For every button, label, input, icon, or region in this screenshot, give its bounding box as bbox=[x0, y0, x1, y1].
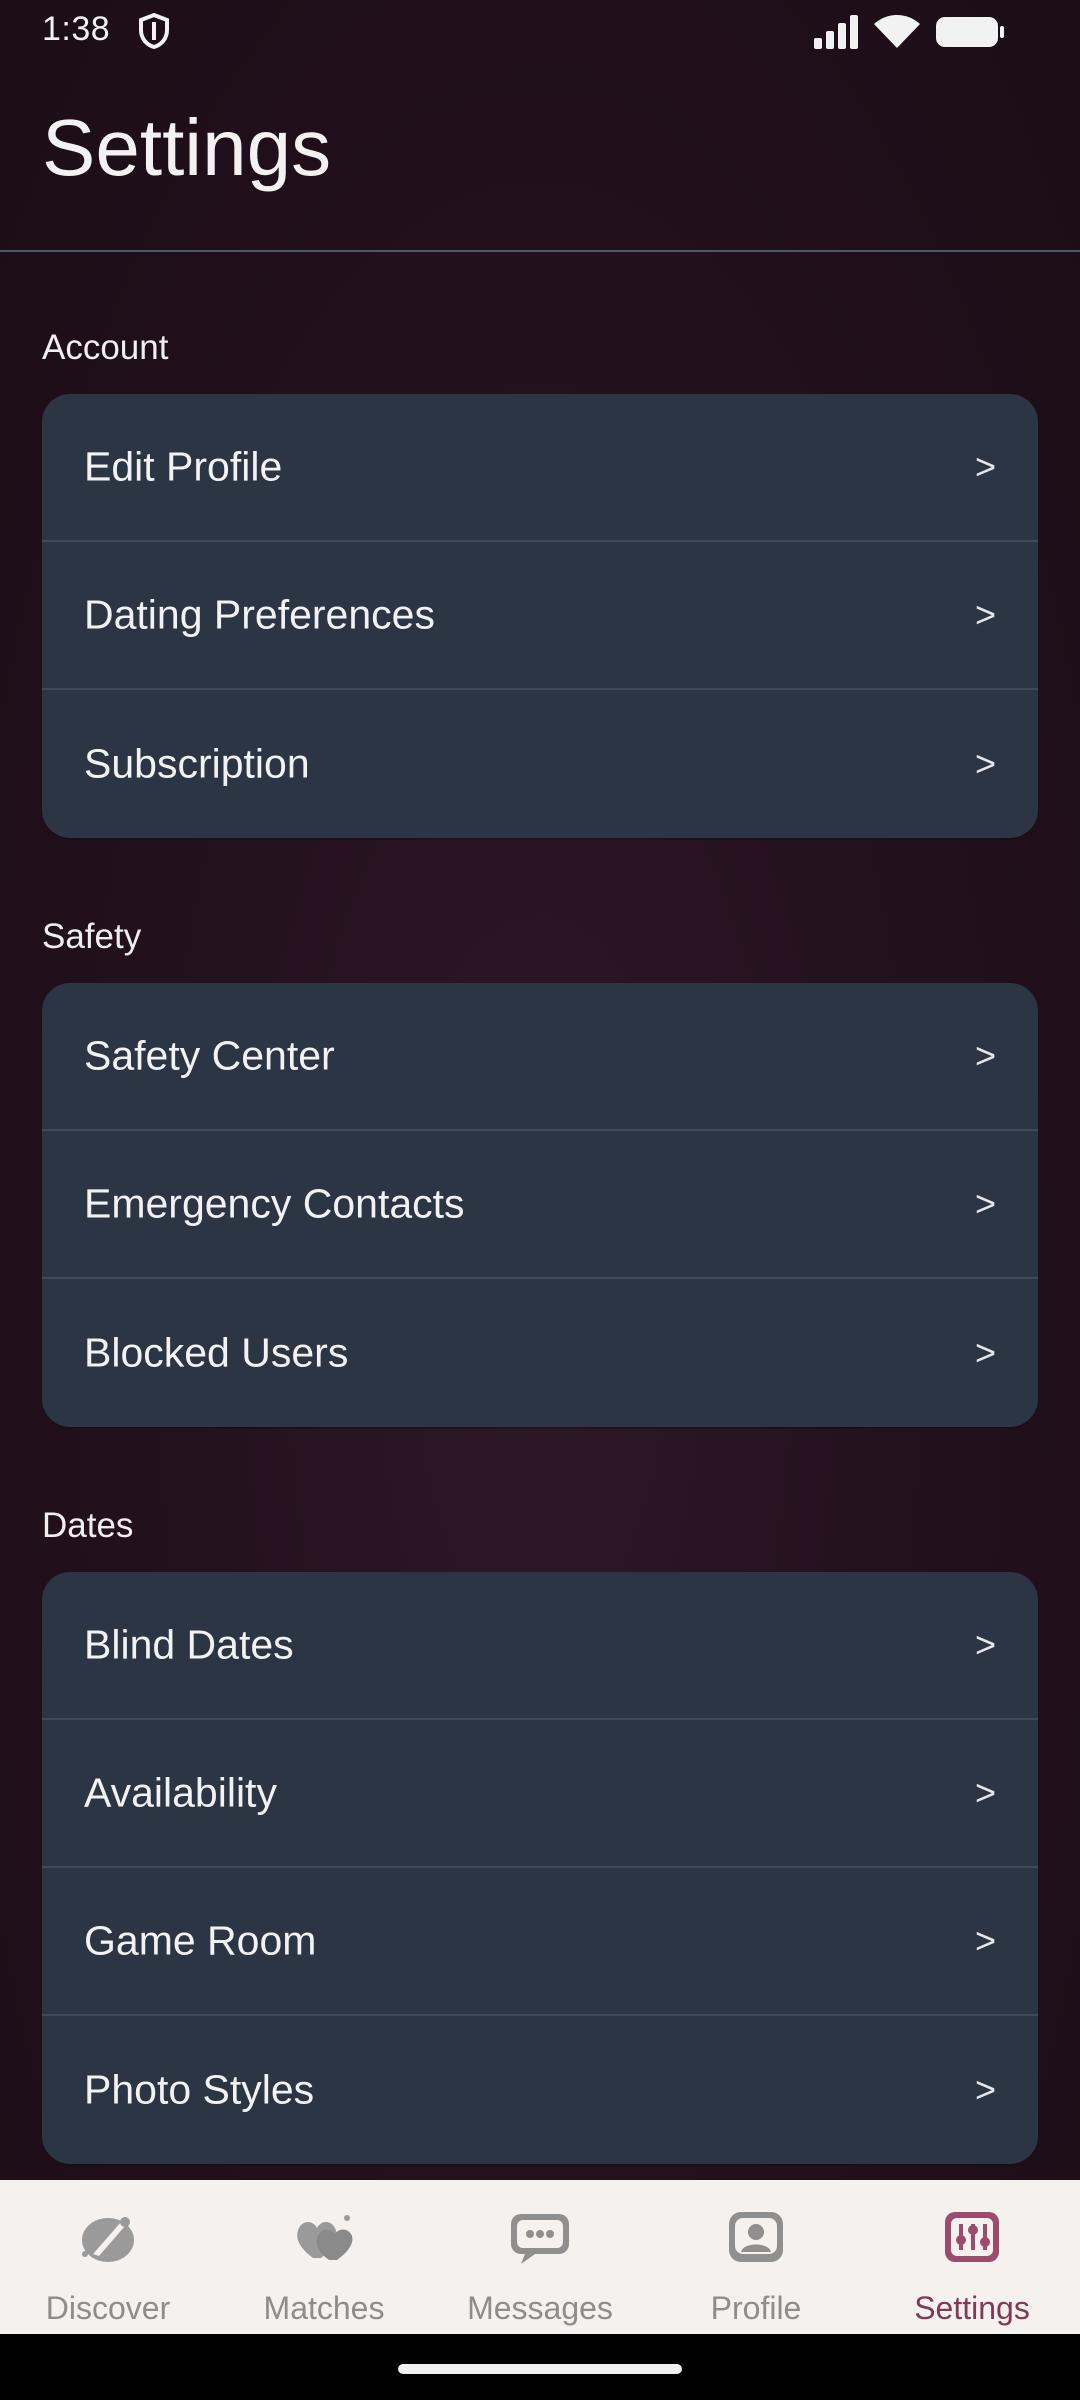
bottom-nav: Discover Matches Messages Profile Settin… bbox=[0, 2180, 1080, 2334]
discover-icon bbox=[82, 2217, 134, 2262]
row-label: Blocked Users bbox=[84, 1329, 349, 1376]
home-gesture-pill[interactable] bbox=[398, 2364, 682, 2374]
settings-row-safety-center[interactable]: Safety Center > bbox=[42, 983, 1038, 1131]
safety-card: Safety Center > Emergency Contacts > Blo… bbox=[42, 983, 1038, 1427]
chevron-right-icon: > bbox=[974, 2069, 996, 2110]
chevron-right-icon: > bbox=[974, 1183, 996, 1224]
header-divider bbox=[0, 250, 1080, 252]
row-label: Photo Styles bbox=[84, 2066, 315, 2113]
nav-item-messages[interactable]: Messages bbox=[432, 2180, 648, 2334]
settings-row-subscription[interactable]: Subscription > bbox=[42, 690, 1038, 838]
chevron-right-icon: > bbox=[974, 1920, 996, 1961]
gesture-area bbox=[0, 2334, 1080, 2400]
chevron-right-icon: > bbox=[974, 1624, 996, 1665]
section-label-account: Account bbox=[42, 328, 169, 367]
section-label-dates: Dates bbox=[42, 1506, 134, 1545]
row-label: Blind Dates bbox=[84, 1621, 294, 1668]
messages-icon bbox=[511, 2214, 569, 2264]
nav-item-discover[interactable]: Discover bbox=[0, 2180, 216, 2334]
settings-row-emergency-contacts[interactable]: Emergency Contacts > bbox=[42, 1131, 1038, 1279]
row-label: Emergency Contacts bbox=[84, 1180, 465, 1227]
settings-row-photo-styles[interactable]: Photo Styles > bbox=[42, 2016, 1038, 2164]
row-label: Dating Preferences bbox=[84, 591, 435, 638]
page-title: Settings bbox=[42, 103, 332, 192]
nav-label: Profile bbox=[710, 2290, 802, 2326]
row-label: Game Room bbox=[84, 1917, 317, 1964]
matches-icon bbox=[297, 2215, 353, 2260]
nav-item-profile[interactable]: Profile bbox=[648, 2180, 864, 2334]
chevron-right-icon: > bbox=[974, 743, 996, 784]
nav-label: Messages bbox=[467, 2290, 613, 2326]
nav-label: Matches bbox=[263, 2290, 385, 2326]
row-label: Availability bbox=[84, 1769, 277, 1816]
settings-row-availability[interactable]: Availability > bbox=[42, 1720, 1038, 1868]
chevron-right-icon: > bbox=[974, 1772, 996, 1813]
section-label-safety: Safety bbox=[42, 917, 142, 956]
settings-row-edit-profile[interactable]: Edit Profile > bbox=[42, 394, 1038, 542]
status-bar: 1:38 bbox=[0, 0, 1080, 62]
settings-row-game-room[interactable]: Game Room > bbox=[42, 1868, 1038, 2016]
chevron-right-icon: > bbox=[974, 1332, 996, 1373]
chevron-right-icon: > bbox=[974, 1035, 996, 1076]
signal-icon bbox=[814, 15, 858, 49]
profile-icon bbox=[729, 2212, 783, 2262]
settings-row-dating-preferences[interactable]: Dating Preferences > bbox=[42, 542, 1038, 690]
row-label: Edit Profile bbox=[84, 443, 283, 490]
settings-row-blocked-users[interactable]: Blocked Users > bbox=[42, 1279, 1038, 1427]
settings-row-blind-dates[interactable]: Blind Dates > bbox=[42, 1572, 1038, 1720]
account-card: Edit Profile > Dating Preferences > Subs… bbox=[42, 394, 1038, 838]
battery-icon bbox=[936, 17, 1004, 47]
nav-label: Settings bbox=[914, 2290, 1030, 2326]
settings-icon bbox=[945, 2212, 999, 2262]
chevron-right-icon: > bbox=[974, 594, 996, 635]
row-label: Subscription bbox=[84, 740, 310, 787]
nav-item-matches[interactable]: Matches bbox=[216, 2180, 432, 2334]
nav-label: Discover bbox=[45, 2290, 171, 2326]
wifi-icon bbox=[874, 15, 920, 48]
dates-card: Blind Dates > Availability > Game Room >… bbox=[42, 1572, 1038, 2164]
status-time: 1:38 bbox=[42, 10, 111, 48]
row-label: Safety Center bbox=[84, 1032, 335, 1079]
nav-item-settings[interactable]: Settings bbox=[864, 2180, 1080, 2334]
shield-icon bbox=[139, 12, 169, 50]
chevron-right-icon: > bbox=[974, 446, 996, 487]
